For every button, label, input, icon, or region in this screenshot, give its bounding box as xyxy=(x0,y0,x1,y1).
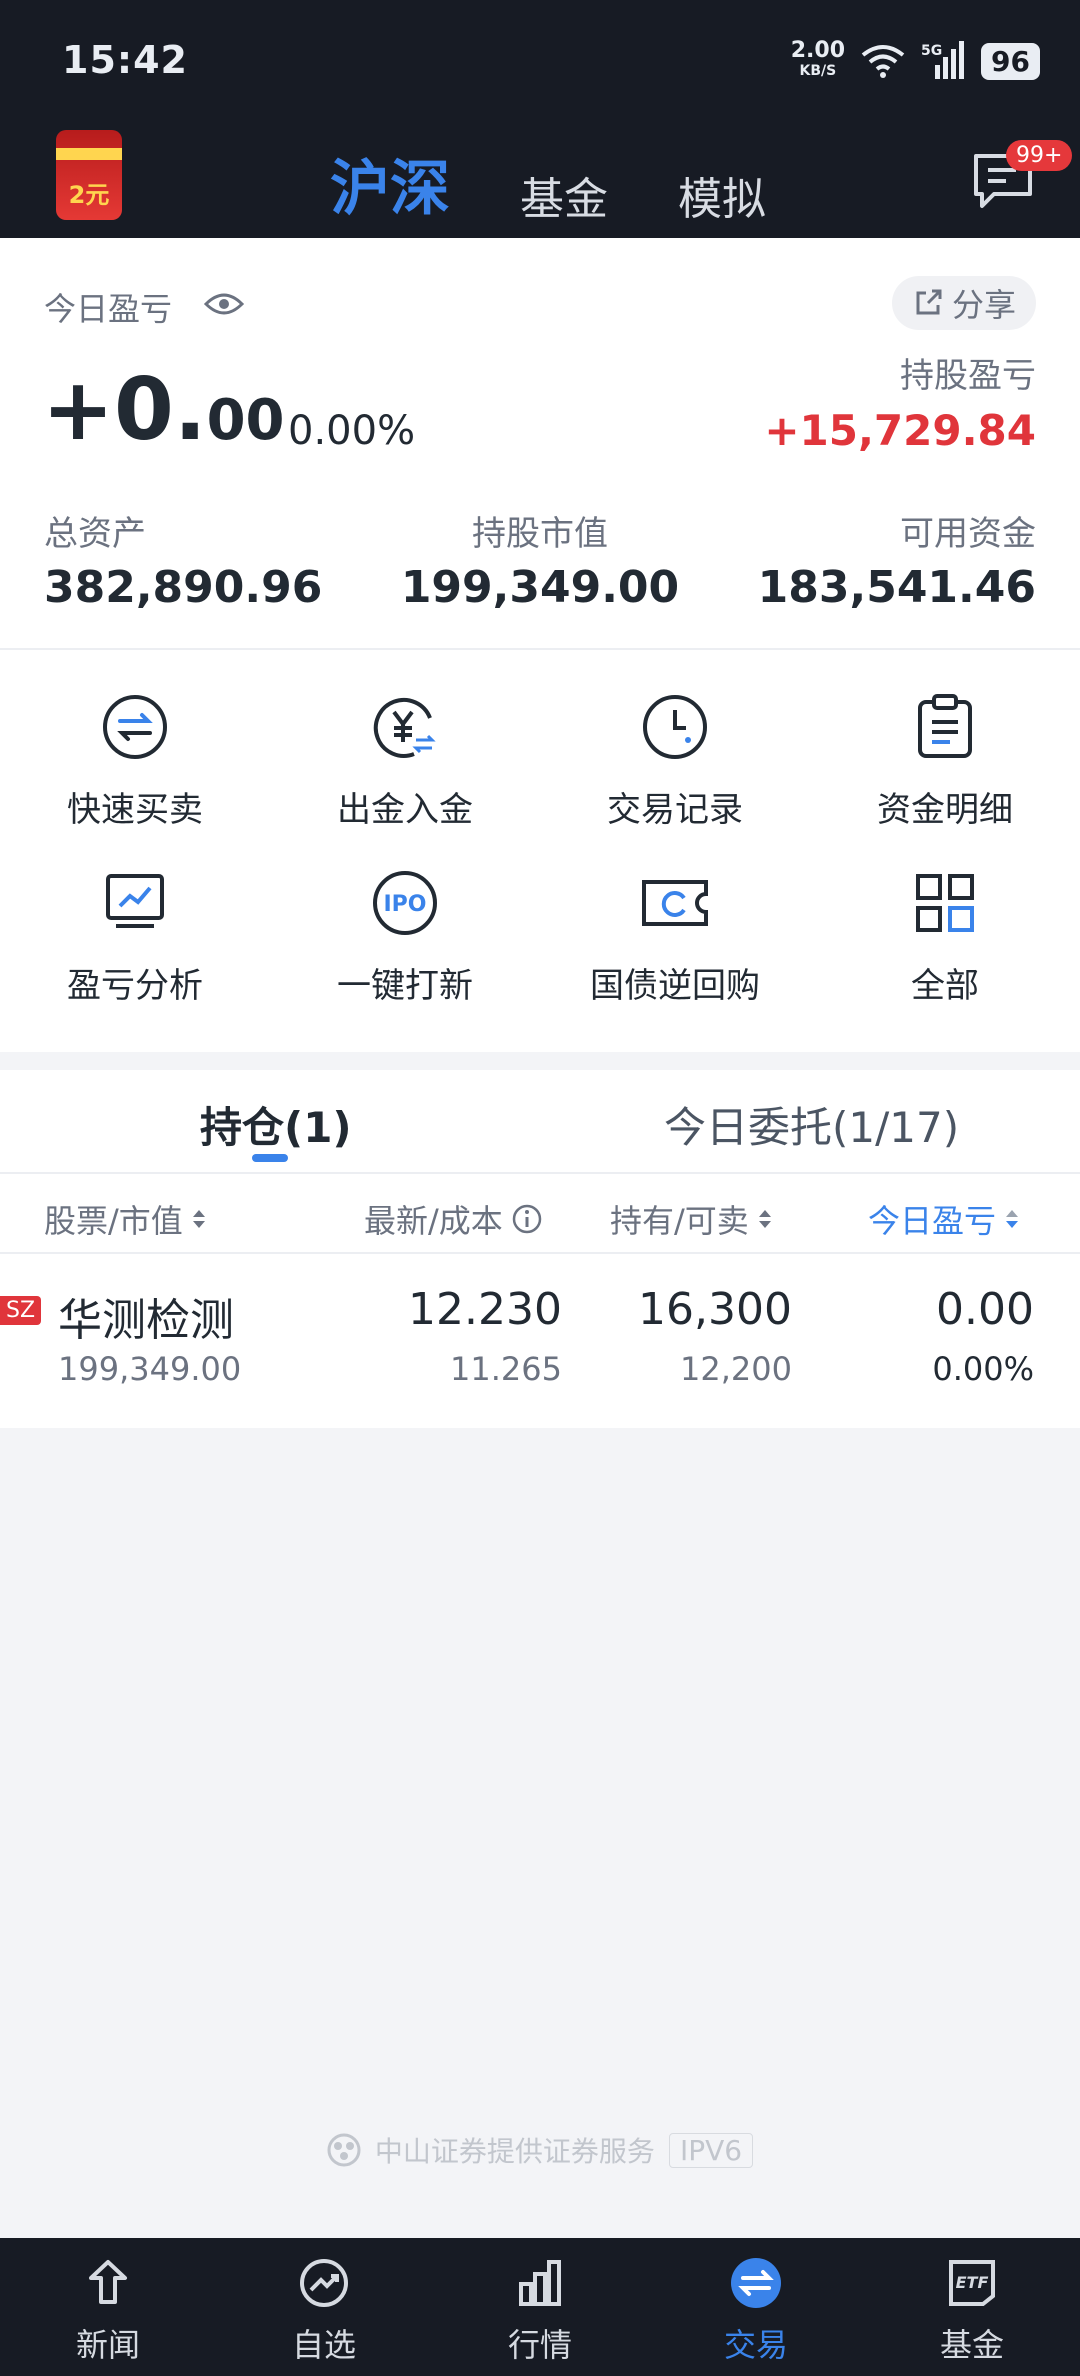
all-functions[interactable]: 全部 xyxy=(810,868,1080,1007)
tab-fund[interactable]: 基金 xyxy=(520,163,608,227)
yuan-transfer-icon xyxy=(373,697,436,758)
tab-indicator xyxy=(252,1154,288,1162)
status-time: 15:42 xyxy=(62,38,188,82)
market-tag: SZ xyxy=(0,1296,42,1325)
trade-records[interactable]: 交易记录 xyxy=(540,692,810,831)
svg-text:ETF: ETF xyxy=(956,2273,989,2292)
ipo-icon: IPO xyxy=(373,871,437,935)
market-value-label: 持股市值 xyxy=(472,514,608,554)
available-funds-label: 可用资金 xyxy=(900,514,1036,554)
nav-trade[interactable]: 交易 xyxy=(648,2238,864,2376)
divider xyxy=(0,1172,1080,1174)
today-pnl-value: +0.00 xyxy=(42,360,285,460)
col-today-pnl[interactable]: 今日盈亏 xyxy=(868,1196,1020,1242)
service-text: 中山证券提供证券服务 xyxy=(374,2135,655,2168)
tab-simulate[interactable]: 模拟 xyxy=(678,163,766,227)
quick-actions: 快速买卖 出金入金 交易记录 资金明细 盈亏分析 IPO 一键打新 国债逆回购 … xyxy=(0,650,1080,1052)
row-today-pnl-pct: 0.00% xyxy=(932,1350,1034,1388)
positions-panel: 持仓(1) 今日委托(1/17) 股票/市值 最新/成本 持有/可卖 今日盈亏 … xyxy=(0,1070,1080,1428)
top-tabs: 沪深 基金 模拟 xyxy=(330,140,836,227)
grid-icon xyxy=(916,874,974,932)
clipboard-icon xyxy=(918,694,972,758)
bar-chart-icon xyxy=(519,2260,561,2306)
news-icon xyxy=(89,2260,127,2304)
market-value-value: 199,349.00 xyxy=(400,562,680,613)
today-pnl-label: 今日盈亏 xyxy=(44,290,173,328)
sellable-qty: 12,200 xyxy=(680,1350,792,1388)
status-icons: 2.00 KB/S 5G 96 xyxy=(791,36,1040,86)
stock-name[interactable]: 华测检测 xyxy=(58,1284,234,1348)
share-icon xyxy=(916,289,942,315)
wifi-icon xyxy=(861,45,905,78)
deposit-withdraw[interactable]: 出金入金 xyxy=(270,692,540,831)
divider xyxy=(0,1252,1080,1254)
eye-icon[interactable] xyxy=(204,290,244,318)
total-asset-value: 382,890.96 xyxy=(44,562,323,613)
tab-hushen[interactable]: 沪深 xyxy=(330,140,450,227)
swap-icon xyxy=(103,695,167,759)
stock-market-value: 199,349.00 xyxy=(58,1350,242,1388)
network-speed: 2.00 KB/S xyxy=(790,38,846,80)
battery-indicator: 96 xyxy=(981,42,1040,80)
trend-icon xyxy=(300,2259,348,2307)
broker-logo-icon xyxy=(327,2133,361,2167)
avatar-text: 2元 xyxy=(68,181,110,209)
service-note: 中山证券提供证券服务 IPV6 xyxy=(0,2130,1080,2170)
chart-monitor-icon xyxy=(106,874,164,928)
svg-text:5G: 5G xyxy=(921,43,942,59)
col-latest-cost[interactable]: 最新/成本 xyxy=(364,1196,543,1242)
avatar[interactable]: 2元 xyxy=(56,130,122,220)
one-click-ipo[interactable]: IPO 一键打新 xyxy=(270,868,540,1007)
nav-market[interactable]: 行情 xyxy=(432,2238,648,2376)
sort-icon xyxy=(758,1210,771,1228)
nav-watchlist[interactable]: 自选 xyxy=(216,2238,432,2376)
available-funds-value: 183,541.46 xyxy=(757,562,1036,613)
message-badge: 99+ xyxy=(1006,140,1073,171)
nav-fund[interactable]: ETF 基金 xyxy=(864,2238,1080,2376)
summary-card: 今日盈亏 分享 +0.00 0.00% 持股盈亏 +15,729.84 总资产 … xyxy=(0,238,1080,650)
fund-details[interactable]: 资金明细 xyxy=(810,692,1080,831)
bottom-nav: 新闻 自选 行情 交易 ETF 基金 xyxy=(0,2238,1080,2376)
ipv6-tag: IPV6 xyxy=(668,2132,754,2168)
col-stock-mv[interactable]: 股票/市值 xyxy=(44,1196,207,1242)
tab-today-orders[interactable]: 今日委托(1/17) xyxy=(664,1094,959,1155)
today-pnl-percent: 0.00% xyxy=(288,408,416,454)
nav-news[interactable]: 新闻 xyxy=(0,2238,216,2376)
total-asset-label: 总资产 xyxy=(44,514,146,554)
quick-buy-sell[interactable]: 快速买卖 xyxy=(0,692,270,831)
sort-icon xyxy=(192,1210,205,1228)
hold-pnl-value: +15,729.84 xyxy=(764,406,1036,455)
share-label: 分享 xyxy=(951,286,1016,324)
top-bar: 15:42 2.00 KB/S 5G 96 2元 沪深 基金 模拟 99+ xyxy=(0,0,1080,238)
hold-pnl-label: 持股盈亏 xyxy=(900,356,1036,396)
col-hold-sellable[interactable]: 持有/可卖 xyxy=(610,1196,773,1242)
hold-qty: 16,300 xyxy=(638,1284,792,1335)
latest-price: 12.230 xyxy=(408,1284,562,1335)
trade-icon xyxy=(731,2258,781,2308)
signal-icon: 5G xyxy=(921,41,965,79)
row-today-pnl: 0.00 xyxy=(936,1284,1034,1335)
tab-holdings[interactable]: 持仓(1) xyxy=(200,1094,352,1155)
svg-text:IPO: IPO xyxy=(383,892,426,917)
pnl-analysis[interactable]: 盈亏分析 xyxy=(0,868,270,1007)
share-button[interactable]: 分享 xyxy=(891,276,1036,330)
avatar-stripe xyxy=(56,148,122,160)
treasury-repo[interactable]: 国债逆回购 xyxy=(540,868,810,1007)
ticket-refresh-icon xyxy=(642,880,708,926)
etf-icon: ETF xyxy=(949,2260,995,2306)
info-icon[interactable] xyxy=(511,1203,543,1235)
sort-icon xyxy=(1006,1210,1019,1228)
cost-price: 11.265 xyxy=(450,1350,562,1388)
clock-icon xyxy=(643,695,707,759)
